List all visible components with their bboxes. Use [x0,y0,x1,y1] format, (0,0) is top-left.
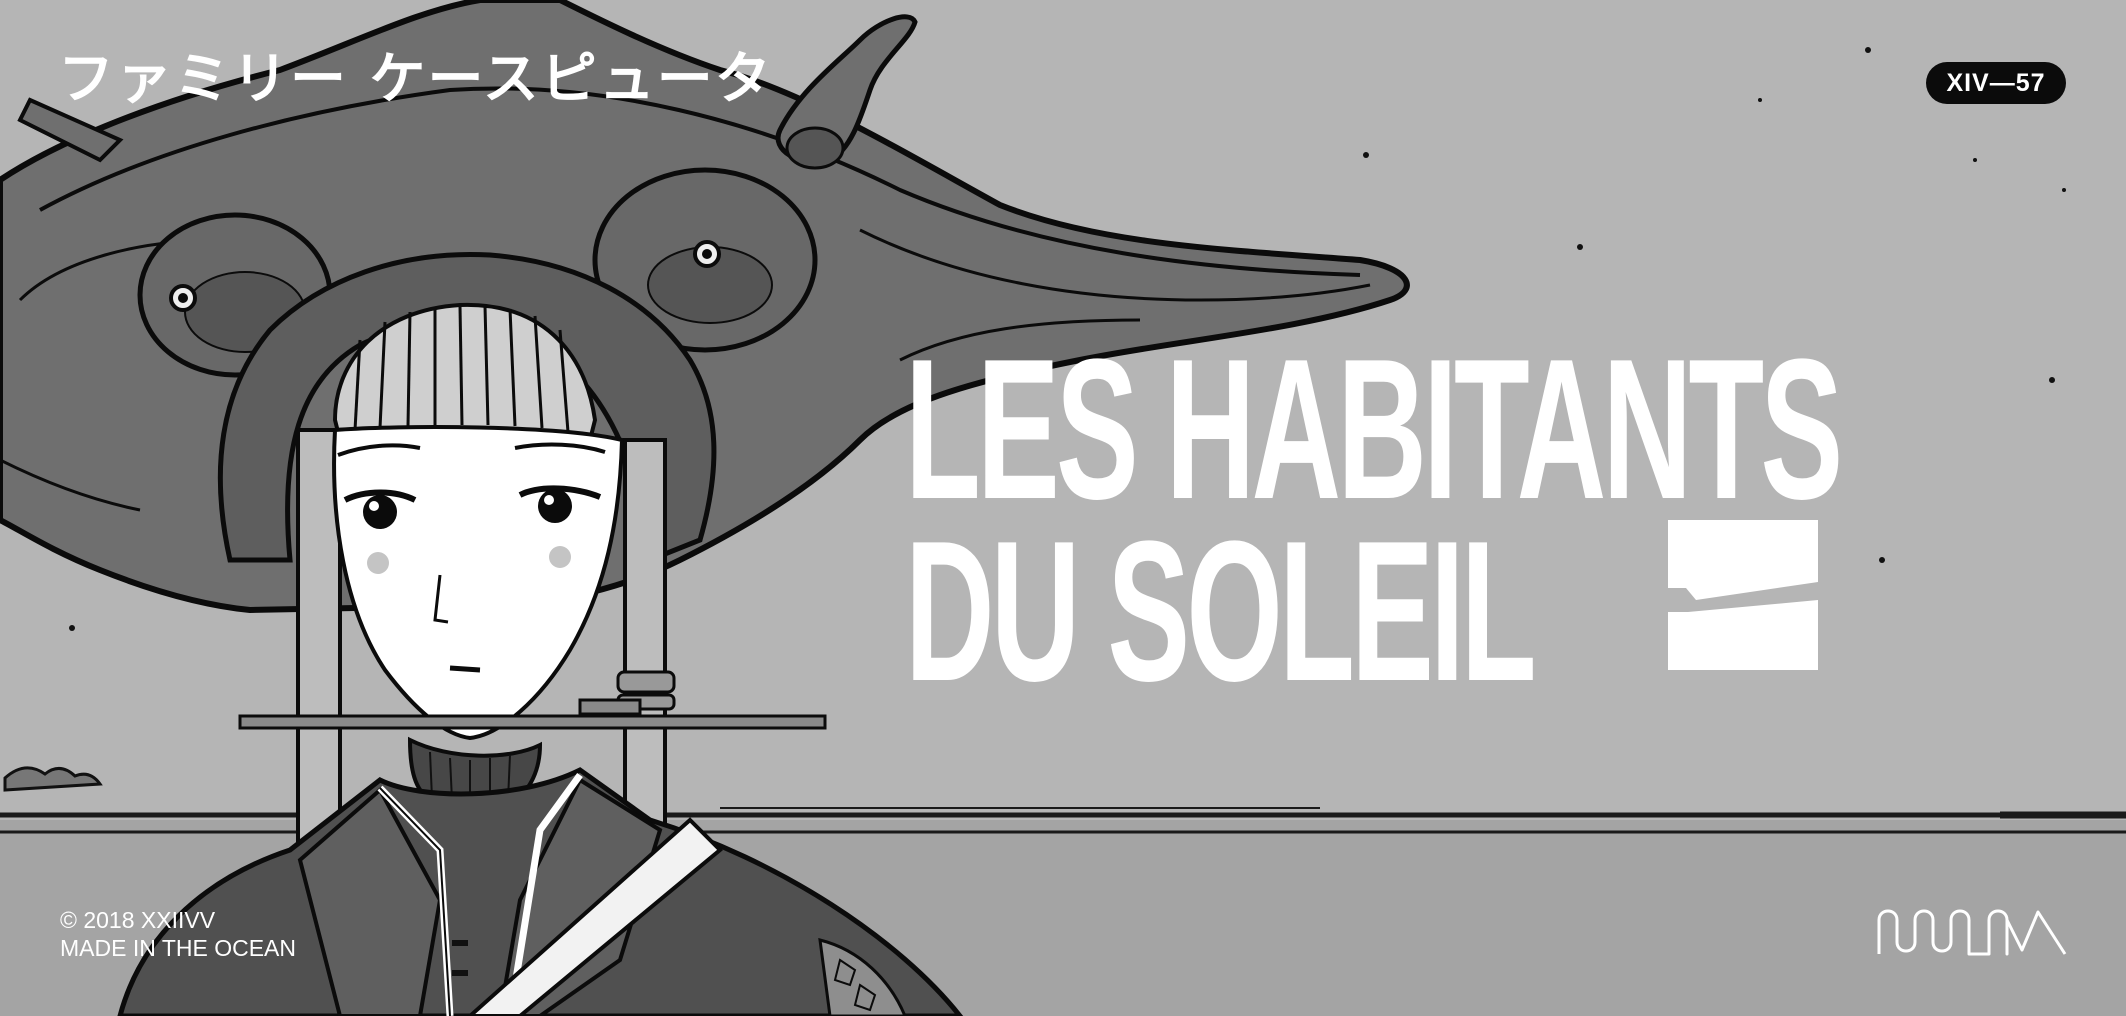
slash-square-emblem-icon [1668,520,1818,670]
wave-logo-icon [1877,909,2067,956]
issue-badge: XIV—57 [1926,62,2066,104]
copyright-text: © 2018 XXIIVV [60,907,216,933]
tagline-text: MADE IN THE OCEAN [60,935,296,961]
headline: LES HABITANTS DU SOLEIL [905,318,2126,712]
copyright-block: © 2018 XXIIVV MADE IN THE OCEAN [60,906,296,962]
katakana-title: ファミリー ケースピュータ [58,47,773,112]
headline-line-1: LES HABITANTS [905,318,1843,541]
cover-screen: ファミリー ケースピュータ XIV—57 LES HABITANTS DU SO… [0,0,2126,1016]
